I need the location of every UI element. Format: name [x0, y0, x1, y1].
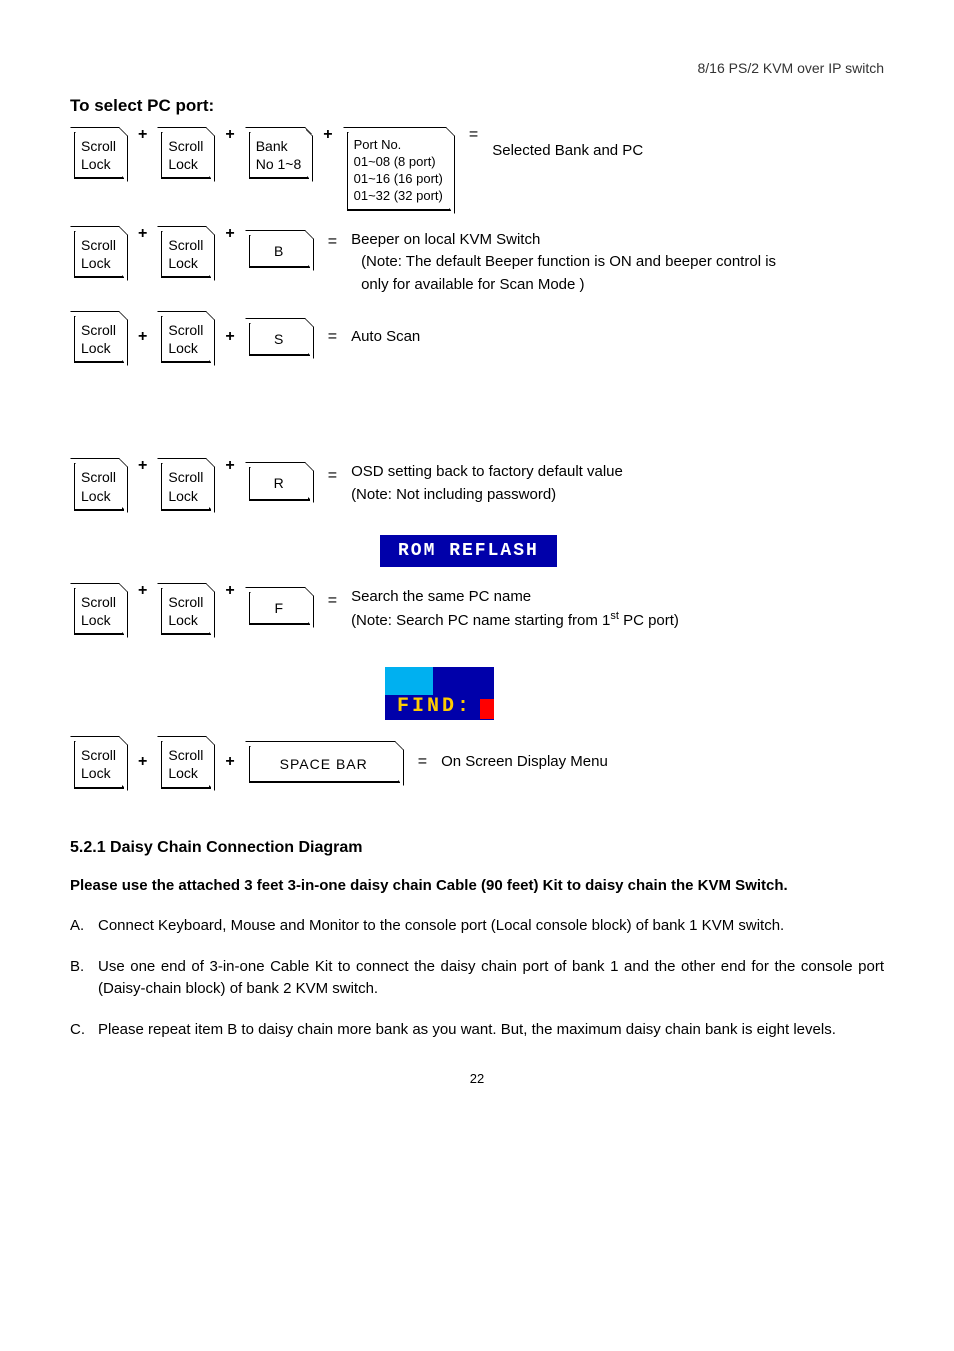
search-note: (Note: Search PC name starting from 1st …: [351, 612, 679, 629]
plus-symbol: +: [225, 582, 234, 600]
plus-symbol: +: [138, 328, 147, 346]
plus-symbol: +: [323, 126, 332, 144]
rom-reflash-bar: ROM REFLASH: [380, 535, 557, 567]
result-text: Selected Bank and PC: [492, 140, 643, 163]
page: 8/16 PS/2 KVM over IP switch To select P…: [0, 0, 954, 1126]
note-sup: st: [610, 610, 619, 622]
plus-symbol: +: [225, 328, 234, 346]
scroll-lock-key: Scroll Lock: [74, 463, 124, 510]
result-text: Beeper on local KVM Switch (Note: The de…: [351, 229, 791, 297]
equals-symbol: =: [328, 233, 337, 251]
result-text: Search the same PC name (Note: Search PC…: [351, 586, 679, 633]
scroll-lock-key: Scroll Lock: [74, 231, 124, 278]
plus-symbol: +: [225, 457, 234, 475]
page-number: 22: [70, 1071, 884, 1086]
f-key: F: [249, 592, 310, 625]
hotkey-row-select-port: Scroll Lock + Scroll Lock + Bank No 1~8 …: [70, 126, 884, 211]
result-text: Auto Scan: [351, 326, 420, 349]
result-text: OSD setting back to factory default valu…: [351, 461, 623, 506]
plus-symbol: +: [225, 225, 234, 243]
hotkey-row-beeper: Scroll Lock + Scroll Lock + B = Beeper o…: [70, 225, 884, 297]
plus-symbol: +: [138, 225, 147, 243]
list-text: Please repeat item B to daisy chain more…: [98, 1021, 836, 1038]
scroll-lock-key: Scroll Lock: [161, 588, 211, 635]
page-header: 8/16 PS/2 KVM over IP switch: [70, 60, 884, 76]
beeper-title: Beeper on local KVM Switch: [351, 231, 540, 248]
list-item: B. Use one end of 3-in-one Cable Kit to c…: [70, 956, 884, 1001]
scroll-lock-key: Scroll Lock: [74, 741, 124, 788]
osd-reset-title: OSD setting back to factory default valu…: [351, 463, 623, 480]
note-post: PC port): [619, 612, 679, 629]
hotkey-row-autoscan: Scroll Lock + Scroll Lock + S = Auto Sca…: [70, 310, 884, 363]
scroll-lock-key: Scroll Lock: [161, 741, 211, 788]
beeper-note: (Note: The default Beeper function is ON…: [351, 251, 791, 296]
equals-symbol: =: [328, 467, 337, 485]
equals-symbol: =: [469, 126, 478, 144]
search-title: Search the same PC name: [351, 588, 531, 605]
list-item: C. Please repeat item B to daisy chain mo…: [70, 1019, 884, 1042]
scroll-lock-key: Scroll Lock: [161, 316, 211, 363]
plus-symbol: +: [225, 753, 234, 771]
list-marker: A.: [70, 915, 84, 938]
scroll-lock-key: Scroll Lock: [74, 316, 124, 363]
plus-symbol: +: [138, 126, 147, 144]
spacebar-key: SPACE BAR: [249, 746, 400, 783]
equals-symbol: =: [418, 753, 427, 771]
find-box-filler: [385, 667, 433, 695]
subsection-heading: 5.2.1 Daisy Chain Connection Diagram: [70, 839, 884, 857]
list-item: A. Connect Keyboard, Mouse and Monitor to…: [70, 915, 884, 938]
equals-symbol: =: [328, 328, 337, 346]
instruction-bold: Please use the attached 3 feet 3-in-one …: [70, 875, 884, 898]
scroll-lock-key: Scroll Lock: [74, 588, 124, 635]
note-pre: (Note: Search PC name starting from 1: [351, 612, 610, 629]
scroll-lock-key: Scroll Lock: [161, 231, 211, 278]
hotkey-row-find: Scroll Lock + Scroll Lock + F = Search t…: [70, 582, 884, 635]
find-label: FIND:: [385, 695, 480, 720]
osd-reset-note: (Note: Not including password): [351, 486, 556, 503]
scroll-lock-key: Scroll Lock: [161, 132, 211, 179]
section-title: To select PC port:: [70, 96, 884, 116]
b-key: B: [249, 235, 310, 268]
list-text: Connect Keyboard, Mouse and Monitor to t…: [98, 917, 784, 934]
scroll-lock-key: Scroll Lock: [161, 463, 211, 510]
plus-symbol: +: [138, 457, 147, 475]
plus-symbol: +: [138, 582, 147, 600]
find-box: FIND:: [385, 667, 494, 720]
list-marker: C.: [70, 1019, 85, 1042]
plus-symbol: +: [138, 753, 147, 771]
list-text: Use one end of 3-in-one Cable Kit to con…: [98, 958, 884, 998]
hotkey-row-osd-menu: Scroll Lock + Scroll Lock + SPACE BAR = …: [70, 735, 884, 788]
s-key: S: [249, 323, 310, 356]
result-text: On Screen Display Menu: [441, 751, 608, 774]
plus-symbol: +: [225, 126, 234, 144]
hotkey-row-osd-reset: Scroll Lock + Scroll Lock + R = OSD sett…: [70, 457, 884, 510]
find-cursor: [480, 699, 494, 719]
port-no-key: Port No. 01~08 (8 port) 01~16 (16 port) …: [347, 132, 451, 211]
list-marker: B.: [70, 956, 84, 979]
bank-key: Bank No 1~8: [249, 132, 310, 179]
r-key: R: [249, 467, 310, 500]
equals-symbol: =: [328, 592, 337, 610]
instruction-list: A. Connect Keyboard, Mouse and Monitor to…: [70, 915, 884, 1041]
scroll-lock-key: Scroll Lock: [74, 132, 124, 179]
